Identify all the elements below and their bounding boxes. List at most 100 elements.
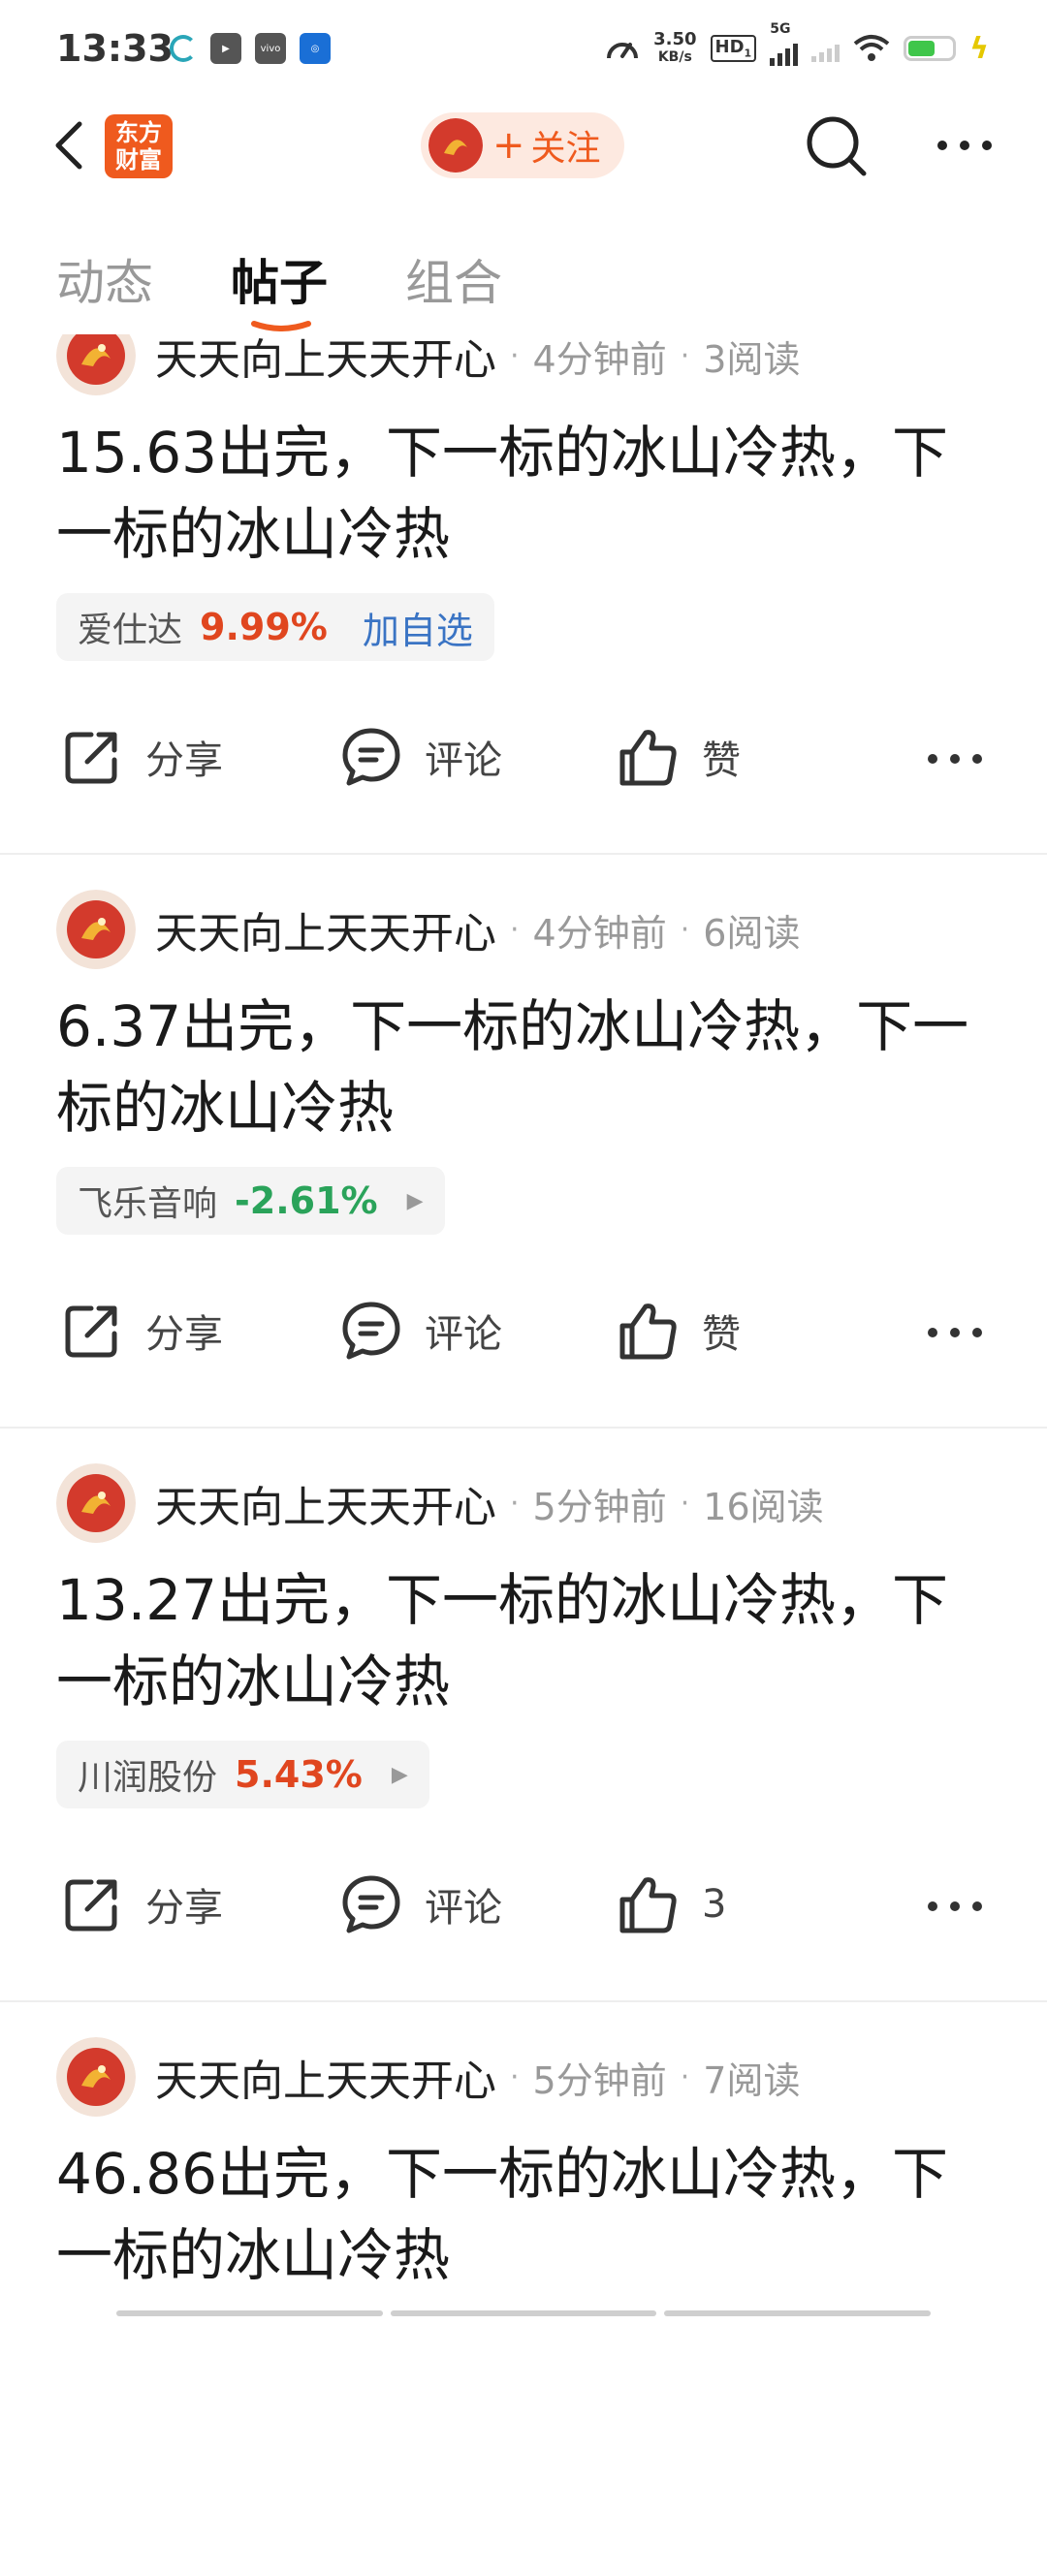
tab-dynamics[interactable]: 动态	[56, 244, 153, 314]
comment-label: 评论	[425, 738, 502, 783]
post-actions: 分享 评论 3	[0, 1863, 1047, 1950]
stock-tag[interactable]: 爱仕达 9.99% 加自选	[56, 593, 494, 661]
share-icon	[65, 732, 117, 784]
tab-portfolio[interactable]: 组合	[405, 244, 502, 314]
like-label: 赞	[702, 738, 741, 783]
triangle-right-icon: ▶	[391, 1762, 408, 1787]
more-options-icon[interactable]	[923, 1308, 987, 1357]
separator-dot: ·	[510, 338, 520, 373]
stock-tag[interactable]: 飞乐音响 -2.61% ▶	[56, 1167, 445, 1235]
share-button[interactable]: 分享	[60, 1872, 223, 1936]
post-meta: 天天向上天天开心 · 5分钟前 · 16阅读	[56, 1462, 824, 1544]
stock-name: 爱仕达	[78, 611, 183, 650]
thumbs-up-icon	[619, 1304, 677, 1360]
logo-text-bottom: 财富	[115, 146, 162, 173]
tab-posts[interactable]: 帖子	[231, 244, 328, 314]
gesture-bar	[116, 2310, 932, 2316]
author-name[interactable]: 天天向上天天开心	[155, 2046, 496, 2108]
speedometer-icon	[607, 43, 639, 59]
separator-dot: ·	[510, 1486, 520, 1521]
follow-button[interactable]: + 关注	[421, 112, 624, 178]
plus-icon: +	[492, 123, 525, 168]
post-meta: 天天向上天天开心 · 5分钟前 · 7阅读	[56, 2036, 800, 2118]
hd-voice-icon: HD1	[710, 35, 757, 62]
active-tab-indicator	[251, 321, 311, 331]
separator-dot: ·	[680, 912, 690, 947]
more-menu-icon[interactable]	[931, 116, 999, 174]
stock-change: 5.43%	[235, 1753, 363, 1796]
vivo-app-icon: vivo	[255, 33, 286, 64]
comment-button[interactable]: 评论	[339, 1299, 502, 1363]
like-button[interactable]: 赞	[617, 725, 741, 789]
post-time: 5分钟前	[532, 2058, 667, 2102]
back-arrow-icon[interactable]	[43, 116, 101, 174]
network-speed-unit: KB/s	[657, 49, 692, 65]
author-avatar[interactable]	[56, 2037, 136, 2117]
post-card[interactable]: 天天向上天天开心 · 4分钟前 · 6阅读 6.37出完，下一标的冰山冷热，下一…	[0, 855, 1047, 1429]
stock-tag[interactable]: 川润股份 5.43% ▶	[56, 1741, 429, 1808]
comment-button[interactable]: 评论	[339, 725, 502, 789]
comment-icon	[342, 1875, 400, 1933]
signal-bars-empty-icon	[811, 35, 841, 62]
stock-name: 川润股份	[78, 1758, 218, 1798]
separator-dot: ·	[680, 2059, 690, 2094]
post-actions: 分享 评论 赞	[0, 715, 1047, 802]
post-content[interactable]: 15.63出完，下一标的冰山冷热，下一标的冰山冷热	[56, 412, 987, 575]
post-time: 4分钟前	[532, 911, 667, 955]
share-icon	[65, 1879, 117, 1932]
share-label: 分享	[145, 738, 223, 783]
battery-icon	[904, 36, 957, 61]
battery-fill	[908, 41, 935, 56]
post-card[interactable]: 天天向上天天开心 · 4分钟前 · 3阅读 15.63出完，下一标的冰山冷热，下…	[0, 316, 1047, 855]
clock: 13:33	[56, 27, 174, 70]
separator-dot: ·	[510, 2059, 520, 2094]
comment-label: 评论	[425, 1312, 502, 1357]
post-feed: 天天向上天天开心 · 4分钟前 · 3阅读 15.63出完，下一标的冰山冷热，下…	[0, 316, 1047, 2576]
wifi-icon	[853, 35, 890, 61]
network-speed: 3.50 KB/s	[653, 31, 696, 66]
like-button[interactable]: 3	[617, 1872, 726, 1936]
post-reads: 7阅读	[703, 2058, 801, 2102]
share-label: 分享	[145, 1886, 223, 1931]
author-name[interactable]: 天天向上天天开心	[155, 898, 496, 960]
post-time: 4分钟前	[532, 337, 667, 381]
post-reads: 6阅读	[703, 911, 801, 955]
comment-label: 评论	[425, 1886, 502, 1931]
thumbs-up-icon	[619, 1877, 677, 1933]
post-content[interactable]: 6.37出完，下一标的冰山冷热，下一标的冰山冷热	[56, 986, 987, 1148]
post-content[interactable]: 46.86出完，下一标的冰山冷热，下一标的冰山冷热	[56, 2133, 987, 2296]
author-name[interactable]: 天天向上天天开心	[155, 1472, 496, 1534]
post-card[interactable]: 天天向上天天开心 · 5分钟前 · 16阅读 13.27出完，下一标的冰山冷热，…	[0, 1429, 1047, 2002]
search-icon[interactable]	[803, 112, 871, 180]
status-bar: 13:33 ▶ vivo ◎ 3.50 KB/s HD1 5G ϟ	[0, 0, 1047, 97]
more-options-icon[interactable]	[923, 1882, 987, 1931]
triangle-right-icon: ▶	[406, 1188, 424, 1213]
separator-dot: ·	[510, 912, 520, 947]
author-avatar[interactable]	[56, 1463, 136, 1543]
stock-name: 飞乐音响	[78, 1184, 218, 1224]
share-button[interactable]: 分享	[60, 1299, 223, 1363]
separator-dot: ·	[680, 1486, 690, 1521]
post-content[interactable]: 13.27出完，下一标的冰山冷热，下一标的冰山冷热	[56, 1559, 987, 1722]
share-label: 分享	[145, 1312, 223, 1357]
like-label: 赞	[702, 1312, 741, 1357]
add-watchlist-button[interactable]: 加自选	[363, 601, 473, 654]
comment-button[interactable]: 评论	[339, 1872, 502, 1936]
like-button[interactable]: 赞	[617, 1299, 741, 1363]
post-card[interactable]: 天天向上天天开心 · 5分钟前 · 7阅读 46.86出完，下一标的冰山冷热，下…	[0, 2002, 1047, 2576]
share-button[interactable]: 分享	[60, 725, 223, 789]
app-logo[interactable]: 东方 财富	[105, 114, 173, 178]
user-avatar	[428, 118, 483, 173]
author-avatar[interactable]	[56, 890, 136, 969]
cell-signal-5g: 5G	[770, 21, 799, 66]
stock-change: 9.99%	[200, 606, 328, 648]
more-options-icon[interactable]	[923, 735, 987, 783]
network-speed-value: 3.50	[653, 29, 697, 49]
post-actions: 分享 评论 赞	[0, 1289, 1047, 1376]
hd-sub: 1	[744, 47, 752, 60]
post-meta: 天天向上天天开心 · 4分钟前 · 6阅读	[56, 889, 800, 970]
video-app-icon: ▶	[210, 33, 241, 64]
separator-dot: ·	[680, 338, 690, 373]
share-icon	[65, 1305, 117, 1358]
browser-app-icon: ◎	[300, 33, 331, 64]
